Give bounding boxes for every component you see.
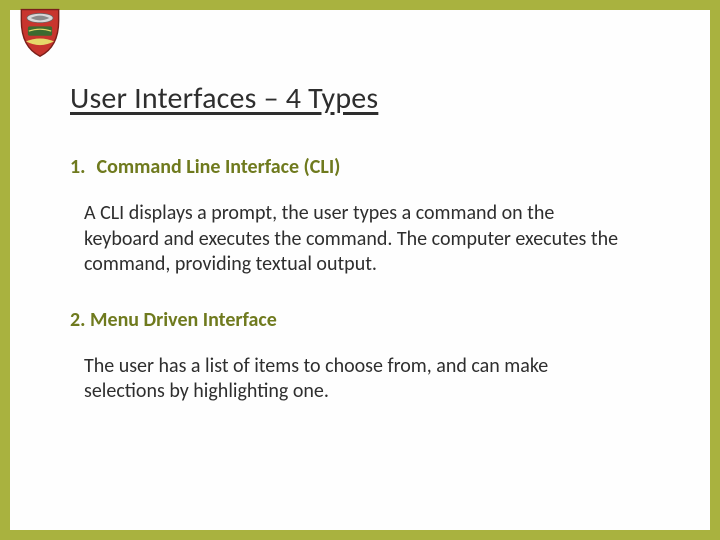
section-1-heading: 1. Command Line Interface (CLI) [70, 155, 650, 179]
slide-title: User Interfaces – 4 Types [70, 80, 650, 117]
section-2-body: The user has a list of items to choose f… [84, 354, 624, 405]
section-1-title: Command Line Interface (CLI) [97, 155, 341, 179]
section-1-body: A CLI displays a prompt, the user types … [84, 201, 624, 278]
slide: User Interfaces – 4 Types 1. Command Lin… [0, 0, 720, 540]
section-2-title: Menu Driven Interface [90, 308, 277, 332]
school-crest-logo [12, 4, 68, 60]
slide-content: User Interfaces – 4 Types 1. Command Lin… [70, 80, 650, 435]
list-number-2: 2. [70, 308, 85, 332]
section-2-heading: 2. Menu Driven Interface [70, 308, 650, 332]
list-number-1: 1. [70, 155, 92, 179]
